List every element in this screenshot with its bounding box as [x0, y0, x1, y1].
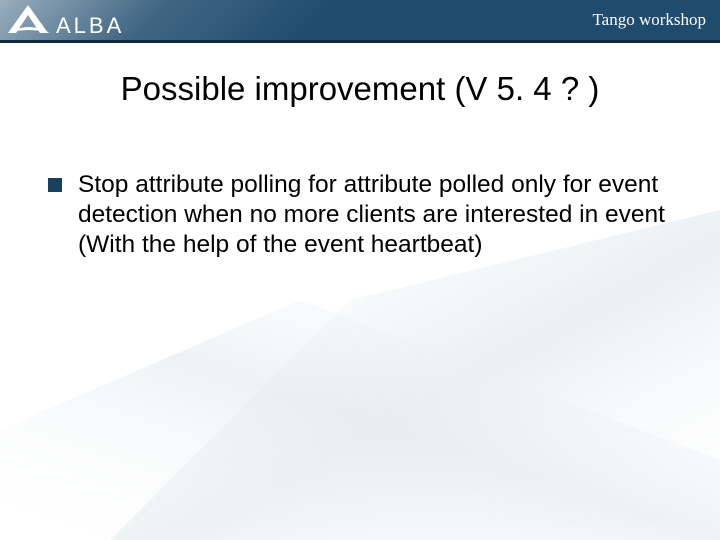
header-title: Tango workshop [592, 10, 706, 30]
slide-title: Possible improvement (V 5. 4 ? ) [0, 70, 720, 108]
slide: ALBA Tango workshop Possible improvement… [0, 0, 720, 540]
header-divider [0, 40, 720, 43]
bullet-item: Stop attribute polling for attribute pol… [48, 170, 680, 260]
bullet-text: Stop attribute polling for attribute pol… [78, 170, 680, 260]
logo-text: ALBA [56, 13, 124, 39]
bullet-square-icon [48, 178, 62, 192]
logo-mark-icon [8, 3, 50, 33]
slide-body: Stop attribute polling for attribute pol… [48, 170, 680, 260]
logo: ALBA [8, 3, 124, 39]
